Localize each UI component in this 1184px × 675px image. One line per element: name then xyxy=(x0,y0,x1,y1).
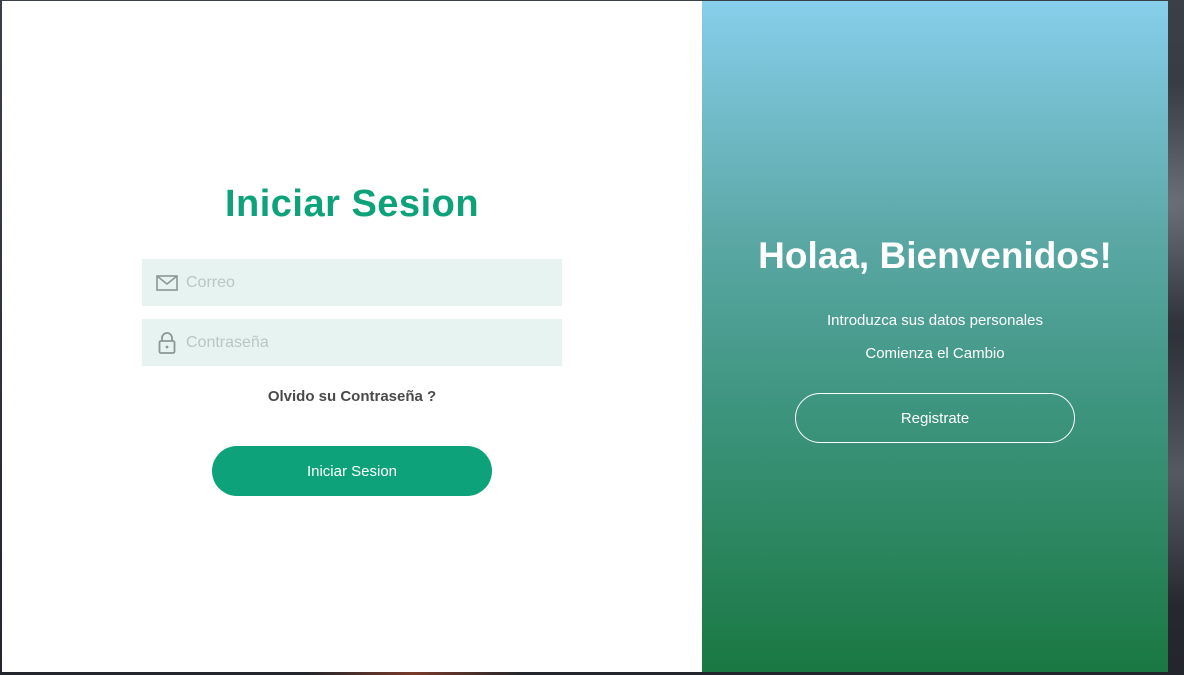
login-title: Iniciar Sesion xyxy=(224,183,480,225)
email-input[interactable] xyxy=(186,259,562,306)
email-field[interactable] xyxy=(142,259,562,306)
password-input[interactable] xyxy=(186,319,562,366)
auth-card: Iniciar Sesion Olvido su Contraseña ? xyxy=(2,1,1168,672)
welcome-text-line2: Comienza el Cambio xyxy=(865,345,1005,362)
welcome-text-line1: Introduzca sus datos personales xyxy=(827,312,1043,329)
welcome-title: Holaa, Bienvenidos! xyxy=(758,235,1112,276)
forgot-password-link[interactable]: Olvido su Contraseña ? xyxy=(2,388,702,405)
login-panel: Iniciar Sesion Olvido su Contraseña ? xyxy=(2,1,702,672)
envelope-icon xyxy=(156,272,178,294)
register-button[interactable]: Registrate xyxy=(795,393,1075,443)
lock-icon xyxy=(156,331,178,354)
welcome-panel: Holaa, Bienvenidos! Introduzca sus datos… xyxy=(702,1,1168,672)
login-button[interactable]: Iniciar Sesion xyxy=(212,446,492,496)
password-field[interactable] xyxy=(142,319,562,366)
